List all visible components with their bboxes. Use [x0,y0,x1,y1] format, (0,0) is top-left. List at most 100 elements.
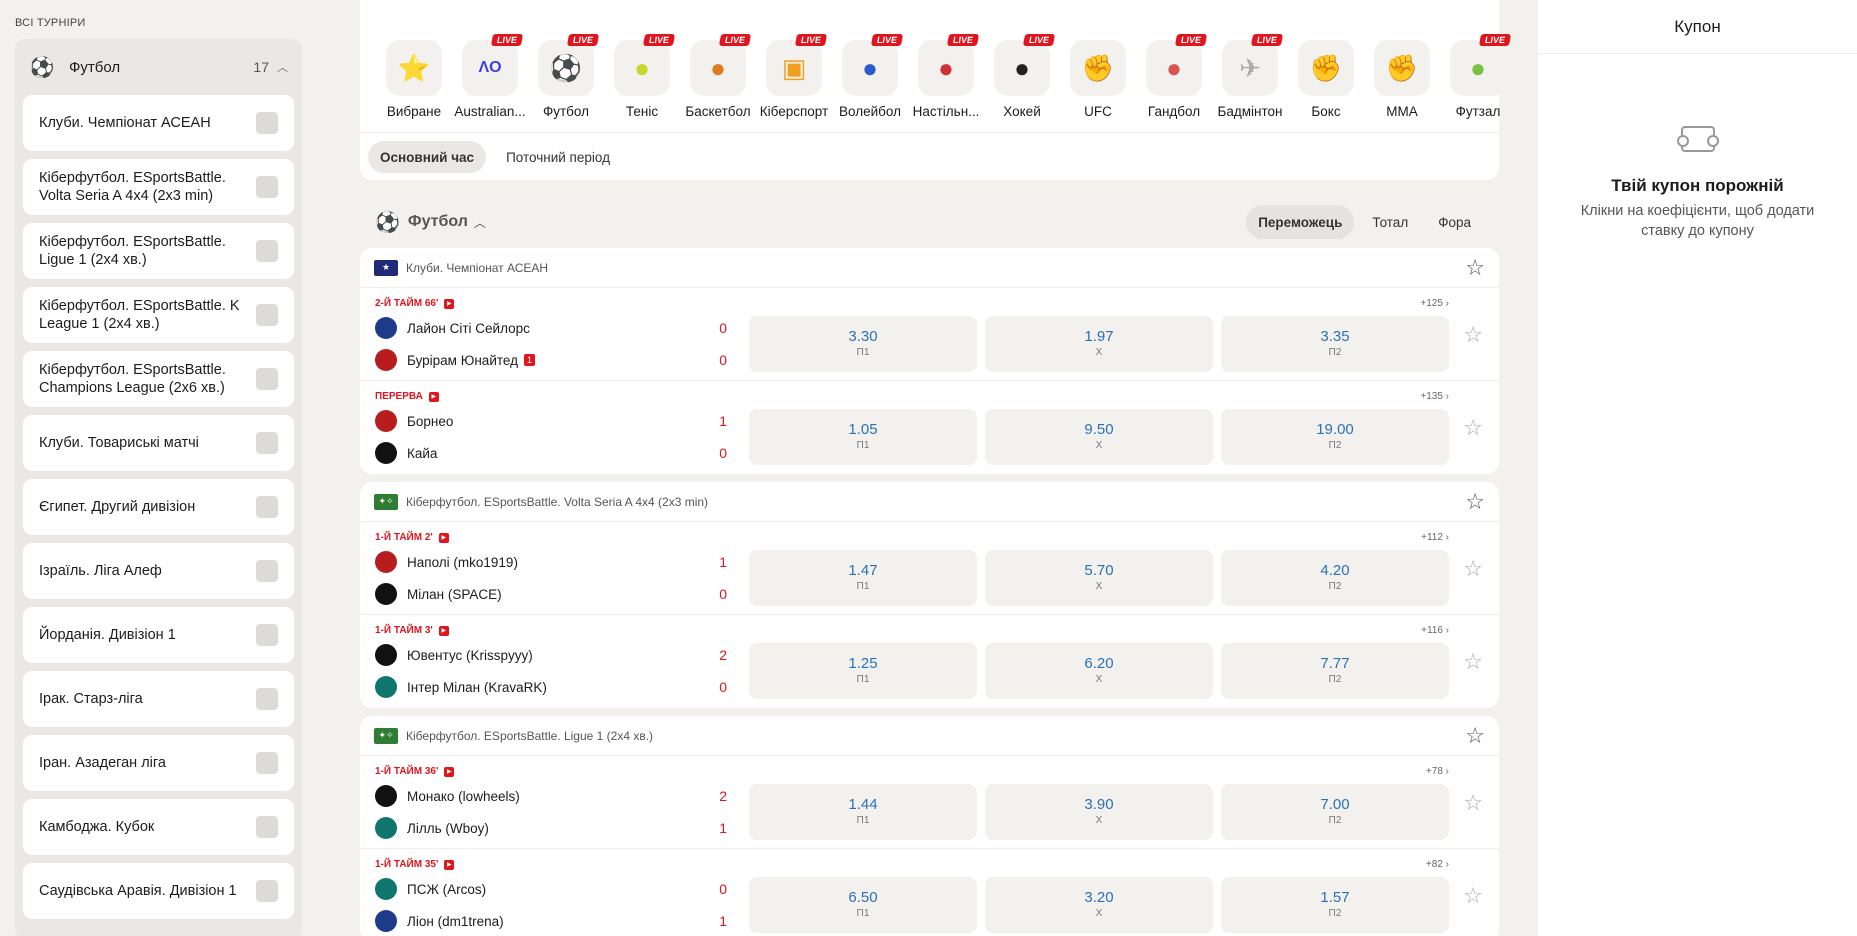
category-tile[interactable]: ✈ LIVE [1222,34,1284,96]
tournament-checkbox[interactable] [256,624,278,646]
tournament-item[interactable]: Кіберфутбол. ESportsBattle. Volta Seria … [23,159,294,215]
tournament-item[interactable]: Іран. Азадеган ліга [23,735,294,791]
tournament-name[interactable]: Кіберфутбол. ESportsBattle. Ligue 1 (2x4… [406,729,653,743]
tournament-item[interactable]: Єгипет. Другий дивізіон [23,479,294,535]
category-futsal[interactable]: ● LIVE Футзал [1440,34,1516,119]
tournament-item[interactable]: Клуби. Товариські матчі [23,415,294,471]
tournament-checkbox[interactable] [256,688,278,710]
match-row[interactable]: 1-Й ТАЙМ 2' ▶ +112 › Наполі (mko1919) 1 Мілан… [360,522,1499,615]
tournament-checkbox[interactable] [256,176,278,198]
odd-home-win-button[interactable]: 6.50 П1 [749,877,977,933]
tournament-checkbox[interactable] [256,496,278,518]
category-soccer[interactable]: ⚽ LIVE Футбол [528,34,604,119]
category-gamepad[interactable]: ▣ LIVE Кіберспорт [756,34,832,119]
category-tile[interactable]: ΛO LIVE [462,34,524,96]
more-markets-link[interactable]: +116 › [1421,625,1449,636]
odd-draw-button[interactable]: 3.90 Х [985,784,1213,840]
match-row[interactable]: 2-Й ТАЙМ 66' ▶ +125 › Лайон Сіті Сейлорс 0 Бу… [360,288,1499,381]
tournament-checkbox[interactable] [256,816,278,838]
category-ufc-glove[interactable]: ✊ UFC [1060,40,1136,119]
category-tile[interactable]: ✊ [1374,40,1430,96]
tournament-name[interactable]: Клуби. Чемпіонат АСЕАН [406,261,548,275]
more-markets-link[interactable]: +82 › [1426,859,1449,870]
tab-main-time[interactable]: Основний час [368,141,487,173]
category-volleyball[interactable]: ● LIVE Волейбол [832,34,908,119]
category-hockey[interactable]: ● LIVE Хокей [984,34,1060,119]
tournament-item[interactable]: Ірак. Старз-ліга [23,671,294,727]
category-tile[interactable]: ● LIVE [918,34,980,96]
tournament-checkbox[interactable] [256,240,278,262]
odd-draw-button[interactable]: 5.70 Х [985,550,1213,606]
category-shuttlecock[interactable]: ✈ LIVE Бадмінтон [1212,34,1288,119]
tournament-item[interactable]: Кіберфутбол. ESportsBattle. K League 1 (… [23,287,294,343]
tournament-item[interactable]: Клуби. Чемпіонат АСЕАН [23,95,294,151]
more-markets-link[interactable]: +135 › [1420,391,1449,402]
tab-current-period[interactable]: Поточний період [494,141,622,173]
favorite-star-icon[interactable]: ☆ [1465,724,1485,747]
category-tile[interactable]: ⚽ LIVE [538,34,600,96]
category-star[interactable]: ⭐ Вибране [376,40,452,119]
sport-group-header[interactable]: ⚽ Футбол 17 ︿ [15,39,302,95]
live-video-icon[interactable]: ▶ [438,532,449,543]
odd-draw-button[interactable]: 1.97 Х [985,316,1213,372]
tournament-item[interactable]: Камбоджа. Кубок [23,799,294,855]
odd-away-win-button[interactable]: 7.00 П2 [1221,784,1449,840]
category-tennis[interactable]: ● LIVE Теніс [604,34,680,119]
odd-away-win-button[interactable]: 4.20 П2 [1221,550,1449,606]
favorite-star-icon[interactable]: ☆ [1463,792,1483,814]
category-basketball[interactable]: ● LIVE Баскетбол [680,34,756,119]
category-boxing-glove[interactable]: ✊ Бокс [1288,40,1364,119]
tournament-name[interactable]: Кіберфутбол. ESportsBattle. Volta Seria … [406,495,708,509]
favorite-star-icon[interactable]: ☆ [1463,651,1483,673]
more-markets-link[interactable]: +125 › [1420,298,1449,309]
category-tile[interactable]: ● LIVE [994,34,1056,96]
favorite-star-icon[interactable]: ☆ [1465,256,1485,279]
category-tile[interactable]: ● LIVE [1450,34,1512,96]
tournament-checkbox[interactable] [256,560,278,582]
tournament-item[interactable]: Саудівська Аравія. Дивізіон 1 [23,863,294,919]
category-tile[interactable]: ● LIVE [1146,34,1208,96]
category-tile[interactable]: ⭐ [386,40,442,96]
odd-home-win-button[interactable]: 1.47 П1 [749,550,977,606]
live-video-icon[interactable]: ▶ [444,298,455,309]
favorite-star-icon[interactable]: ☆ [1463,558,1483,580]
category-tile[interactable]: ● LIVE [690,34,752,96]
match-row[interactable]: 1-Й ТАЙМ 36' ▶ +78 › Монако (lowheels) 2 Лілл… [360,756,1499,849]
odd-away-win-button[interactable]: 1.57 П2 [1221,877,1449,933]
tournament-item[interactable]: Кіберфутбол. ESportsBattle. Ligue 1 (2x4… [23,223,294,279]
favorite-star-icon[interactable]: ☆ [1465,490,1485,513]
tournament-item[interactable]: Йорданія. Дивізіон 1 [23,607,294,663]
live-video-icon[interactable]: ▶ [444,859,455,870]
tournament-checkbox[interactable] [256,304,278,326]
more-markets-link[interactable]: +112 › [1421,532,1449,543]
category-tile[interactable]: ● LIVE [842,34,904,96]
odd-home-win-button[interactable]: 1.25 П1 [749,643,977,699]
match-row[interactable]: 1-Й ТАЙМ 3' ▶ +116 › Ювентус (Krisspyyy) 2 Ін… [360,615,1499,708]
tournament-checkbox[interactable] [256,432,278,454]
favorite-star-icon[interactable]: ☆ [1463,417,1483,439]
odd-draw-button[interactable]: 6.20 Х [985,643,1213,699]
live-video-icon[interactable]: ▶ [438,625,449,636]
category-handball[interactable]: ● LIVE Гандбол [1136,34,1212,119]
live-video-icon[interactable]: ▶ [428,391,439,402]
tab-handicap[interactable]: Фора [1426,205,1483,239]
live-video-icon[interactable]: ▶ [444,766,455,777]
favorite-star-icon[interactable]: ☆ [1463,885,1483,907]
tournament-checkbox[interactable] [256,752,278,774]
odd-draw-button[interactable]: 3.20 Х [985,877,1213,933]
category-tile[interactable]: ✊ [1298,40,1354,96]
category-tile[interactable]: ✊ [1070,40,1126,96]
odd-away-win-button[interactable]: 7.77 П2 [1221,643,1449,699]
category-tennis-ao[interactable]: ΛO LIVE Australian... [452,34,528,119]
chevron-up-icon[interactable]: ︿ [277,59,288,75]
category-table-tennis[interactable]: ● LIVE Настільн... [908,34,984,119]
tournament-checkbox[interactable] [256,112,278,134]
odd-draw-button[interactable]: 9.50 Х [985,409,1213,465]
category-tile[interactable]: ● LIVE [614,34,676,96]
tournament-checkbox[interactable] [256,368,278,390]
odd-home-win-button[interactable]: 3.30 П1 [749,316,977,372]
tab-total[interactable]: Тотал [1360,205,1420,239]
odd-away-win-button[interactable]: 19.00 П2 [1221,409,1449,465]
more-markets-link[interactable]: +78 › [1426,766,1449,777]
match-row[interactable]: ПЕРЕРВА ▶ +135 › Борнео 1 Кайа 0 1.05 П1 9.50 Х 19.… [360,381,1499,474]
